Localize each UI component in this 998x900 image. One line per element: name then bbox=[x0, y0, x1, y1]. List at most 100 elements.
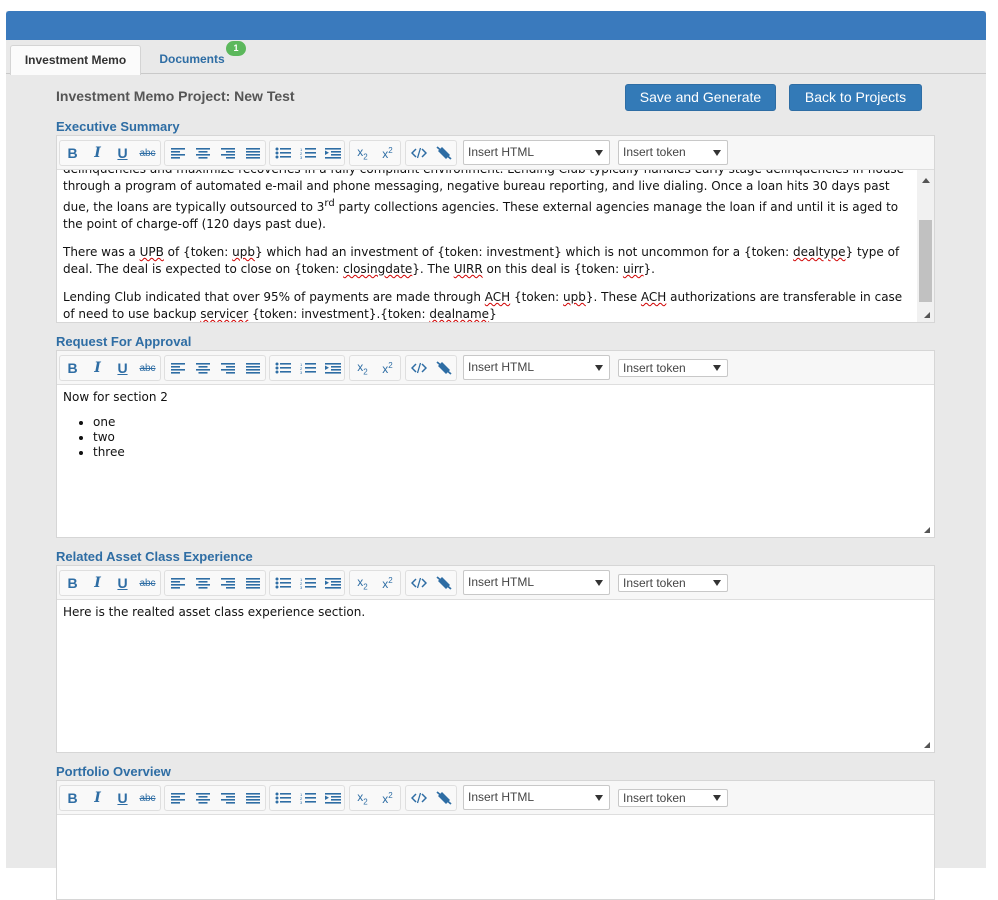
subscript-icon[interactable]: x2 bbox=[350, 571, 375, 595]
toolbar-group bbox=[405, 140, 457, 166]
scroll-up-arrow-icon[interactable] bbox=[922, 178, 930, 183]
paragraph: Now for section 2 bbox=[63, 390, 168, 404]
align-right-icon[interactable] bbox=[215, 571, 240, 595]
insert-token-select[interactable]: Insert token bbox=[618, 359, 728, 377]
align-justify-icon[interactable] bbox=[240, 141, 265, 165]
chevron-down-icon bbox=[595, 580, 603, 586]
numbered-list-icon[interactable]: 123 bbox=[295, 141, 320, 165]
clear-format-icon[interactable] bbox=[431, 141, 456, 165]
editor-content[interactable]: Now for section 2 one two three bbox=[57, 385, 934, 537]
align-right-icon[interactable] bbox=[215, 141, 240, 165]
list-item: three bbox=[93, 445, 928, 460]
toolbar-group: x2 x2 bbox=[349, 785, 401, 811]
numbered-list-icon[interactable]: 123 bbox=[295, 786, 320, 810]
clear-format-icon[interactable] bbox=[431, 786, 456, 810]
insert-html-select[interactable]: Insert HTML bbox=[463, 785, 610, 810]
editor-content[interactable] bbox=[57, 815, 934, 885]
superscript-icon[interactable]: x2 bbox=[375, 571, 400, 595]
bullet-list: one two three bbox=[63, 415, 928, 460]
align-left-icon[interactable] bbox=[165, 786, 190, 810]
editor-content[interactable]: delinquencies and maximize recoveries in… bbox=[57, 170, 917, 322]
underline-icon[interactable]: U bbox=[110, 141, 135, 165]
editor-scrollbar[interactable] bbox=[917, 170, 934, 322]
clear-format-icon[interactable] bbox=[431, 356, 456, 380]
view-html-icon[interactable] bbox=[406, 141, 431, 165]
align-center-icon[interactable] bbox=[190, 141, 215, 165]
scroll-thumb[interactable] bbox=[919, 220, 932, 302]
paragraph: through a program of automated e-mail an… bbox=[63, 179, 899, 231]
insert-html-select[interactable]: Insert HTML bbox=[463, 355, 610, 380]
indent-icon[interactable] bbox=[320, 571, 345, 595]
paragraph: There was a UPB of {token: upb} which ha… bbox=[63, 245, 900, 276]
editor-executive-summary: BIUabc 123 x2x2 Insert HTML Insert token del… bbox=[56, 135, 935, 323]
strikethrough-icon[interactable]: abc bbox=[135, 571, 160, 595]
clear-format-icon[interactable] bbox=[431, 571, 456, 595]
view-html-icon[interactable] bbox=[406, 786, 431, 810]
bullet-list-icon[interactable] bbox=[270, 786, 295, 810]
numbered-list-icon[interactable]: 123 bbox=[295, 571, 320, 595]
chevron-down-icon bbox=[595, 150, 603, 156]
superscript-icon[interactable]: x2 bbox=[375, 356, 400, 380]
align-left-icon[interactable] bbox=[165, 571, 190, 595]
italic-icon[interactable]: I bbox=[85, 356, 110, 380]
align-justify-icon[interactable] bbox=[240, 356, 265, 380]
insert-token-select[interactable]: Insert token bbox=[618, 789, 728, 807]
bold-icon[interactable]: B bbox=[60, 141, 85, 165]
align-center-icon[interactable] bbox=[190, 356, 215, 380]
save-and-generate-button[interactable]: Save and Generate bbox=[625, 84, 776, 111]
align-center-icon[interactable] bbox=[190, 786, 215, 810]
insert-token-select[interactable]: Insert token bbox=[618, 140, 728, 165]
indent-icon[interactable] bbox=[320, 786, 345, 810]
subscript-icon[interactable]: x2 bbox=[350, 356, 375, 380]
italic-icon[interactable]: I bbox=[85, 141, 110, 165]
top-bar bbox=[6, 11, 986, 40]
superscript-icon[interactable]: x2 bbox=[375, 786, 400, 810]
bullet-list-icon[interactable] bbox=[270, 571, 295, 595]
numbered-list-icon[interactable]: 123 bbox=[295, 356, 320, 380]
bold-icon[interactable]: B bbox=[60, 571, 85, 595]
italic-icon[interactable]: I bbox=[85, 786, 110, 810]
toolbar-group: B I Uabc bbox=[59, 355, 161, 381]
view-html-icon[interactable] bbox=[406, 356, 431, 380]
bold-icon[interactable]: B bbox=[60, 356, 85, 380]
resize-handle-icon[interactable] bbox=[924, 742, 930, 748]
toolbar-group: B I Uabc bbox=[59, 570, 161, 596]
align-left-icon[interactable] bbox=[165, 141, 190, 165]
toolbar-group: B I Uabc bbox=[59, 785, 161, 811]
align-right-icon[interactable] bbox=[215, 786, 240, 810]
bold-icon[interactable]: B bbox=[60, 786, 85, 810]
editor-content[interactable]: Here is the realted asset class experien… bbox=[57, 600, 934, 752]
insert-html-select[interactable]: Insert HTML bbox=[463, 140, 610, 165]
strikethrough-icon[interactable]: abc bbox=[135, 141, 160, 165]
strikethrough-icon[interactable]: abc bbox=[135, 786, 160, 810]
align-center-icon[interactable] bbox=[190, 571, 215, 595]
insert-html-select[interactable]: Insert HTML bbox=[463, 570, 610, 595]
view-html-icon[interactable] bbox=[406, 571, 431, 595]
subscript-icon[interactable]: x2 bbox=[350, 786, 375, 810]
resize-handle-icon[interactable] bbox=[924, 312, 930, 318]
underline-icon[interactable]: U bbox=[110, 571, 135, 595]
underline-icon[interactable]: U bbox=[110, 786, 135, 810]
italic-icon[interactable]: I bbox=[85, 571, 110, 595]
editor-toolbar: B I Uabc 1 2 3 x2 x2 Insert HTML Insert token bbox=[57, 351, 934, 385]
underline-icon[interactable]: U bbox=[110, 356, 135, 380]
indent-icon[interactable] bbox=[320, 356, 345, 380]
subscript-icon[interactable]: x2 bbox=[350, 141, 375, 165]
editor-toolbar: B I Uabc 1 2 3 x2 x2 Insert HTML Insert token bbox=[57, 136, 934, 170]
toolbar-group bbox=[164, 355, 266, 381]
tab-documents[interactable]: Documents bbox=[152, 45, 232, 74]
indent-icon[interactable] bbox=[320, 141, 345, 165]
toolbar-group: 123 bbox=[269, 355, 345, 381]
insert-token-select[interactable]: Insert token bbox=[618, 574, 728, 592]
strikethrough-icon[interactable]: abc bbox=[135, 356, 160, 380]
bullet-list-icon[interactable] bbox=[270, 356, 295, 380]
bullet-list-icon[interactable] bbox=[270, 141, 295, 165]
align-left-icon[interactable] bbox=[165, 356, 190, 380]
tab-investment-memo[interactable]: Investment Memo bbox=[10, 45, 141, 75]
resize-handle-icon[interactable] bbox=[924, 527, 930, 533]
align-justify-icon[interactable] bbox=[240, 786, 265, 810]
back-to-projects-button[interactable]: Back to Projects bbox=[789, 84, 922, 111]
superscript-icon[interactable]: x2 bbox=[375, 141, 400, 165]
align-justify-icon[interactable] bbox=[240, 571, 265, 595]
align-right-icon[interactable] bbox=[215, 356, 240, 380]
